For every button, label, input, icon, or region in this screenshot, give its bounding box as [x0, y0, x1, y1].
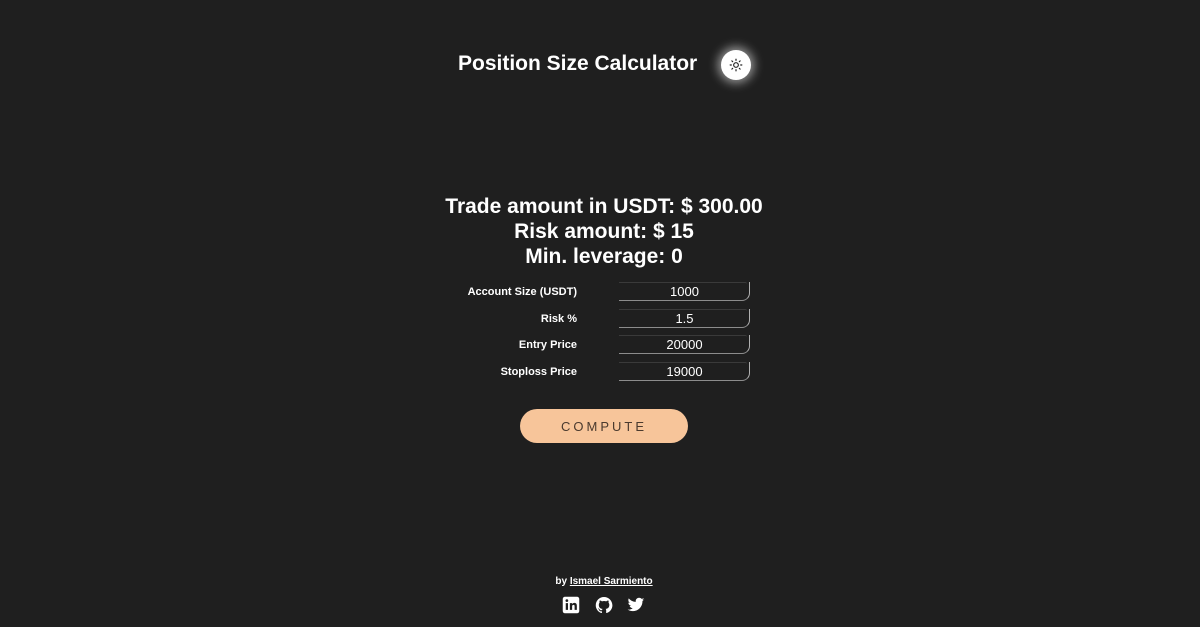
- min-leverage-result: Min. leverage: 0: [525, 245, 683, 268]
- sun-icon: [729, 58, 743, 72]
- theme-toggle-button[interactable]: [721, 50, 751, 80]
- stoploss-price-row: Stoploss Price: [0, 362, 1200, 382]
- linkedin-icon[interactable]: [562, 596, 580, 614]
- risk-amount-result: Risk amount: $ 15: [514, 220, 694, 243]
- page-title: Position Size Calculator: [458, 52, 698, 75]
- account-size-label: Account Size (USDT): [467, 286, 577, 298]
- footer: by Ismael Sarmiento: [0, 576, 1200, 614]
- entry-price-input[interactable]: [619, 335, 750, 354]
- github-icon[interactable]: [595, 596, 613, 614]
- stoploss-price-label: Stoploss Price: [500, 366, 577, 378]
- header: Position Size Calculator: [0, 50, 1200, 80]
- risk-percent-row: Risk %: [0, 309, 1200, 329]
- author-link[interactable]: Ismael Sarmiento: [570, 576, 653, 587]
- byline-prefix: by: [555, 576, 568, 587]
- account-size-row: Account Size (USDT): [0, 282, 1200, 302]
- stoploss-price-input[interactable]: [619, 362, 750, 381]
- entry-price-row: Entry Price: [0, 335, 1200, 355]
- results-panel: Trade amount in USDT: $ 300.00 Risk amou…: [0, 194, 1200, 269]
- trade-amount-result: Trade amount in USDT: $ 300.00: [445, 195, 763, 218]
- byline: by Ismael Sarmiento: [8, 576, 1200, 587]
- compute-button[interactable]: COMPUTE: [520, 409, 688, 443]
- account-size-input[interactable]: [619, 282, 750, 301]
- risk-percent-input[interactable]: [619, 309, 750, 328]
- entry-price-label: Entry Price: [518, 339, 577, 351]
- twitter-icon[interactable]: [627, 596, 645, 614]
- risk-percent-label: Risk %: [540, 313, 577, 325]
